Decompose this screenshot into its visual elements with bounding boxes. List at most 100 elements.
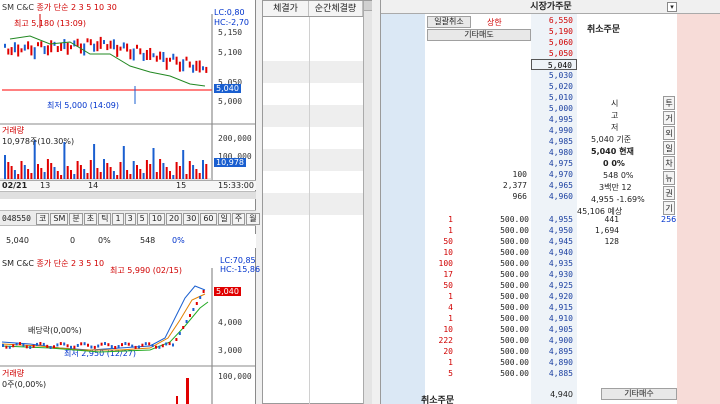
cancel-all-button[interactable]: 일괄취소: [427, 16, 471, 28]
bid-row[interactable]: 5 500.00 4,885: [381, 368, 581, 379]
bid-price-cell[interactable]: 4,905: [531, 324, 577, 335]
ask-price-cell[interactable]: 4,970: [531, 169, 577, 180]
bid-price-cell[interactable]: 4,950: [531, 225, 577, 236]
candle: [99, 36, 102, 49]
bid-price-cell[interactable]: 4,955: [531, 214, 577, 225]
bid-row[interactable]: 50 500.00 4,925: [381, 280, 581, 291]
ask-price-cell[interactable]: 4,985: [531, 136, 577, 147]
ask-price-cell[interactable]: 5,010: [531, 92, 577, 103]
bid-row[interactable]: 10 500.00 4,905: [381, 324, 581, 335]
volume-bar: [83, 169, 86, 179]
ask-price-cell[interactable]: 4,965: [531, 180, 577, 191]
candle: [12, 344, 15, 348]
period-button[interactable]: 분: [69, 213, 83, 225]
volume-bar: [76, 161, 79, 179]
bid-price-cell[interactable]: 4,935: [531, 258, 577, 269]
stock-code-field[interactable]: 048550: [2, 214, 31, 223]
ask-price-cell[interactable]: 6,550: [531, 15, 577, 26]
period-button[interactable]: SM: [50, 213, 69, 225]
period-button[interactable]: 30: [183, 213, 200, 225]
period-button[interactable]: 10: [148, 213, 165, 225]
bid-price-cell[interactable]: 4,915: [531, 302, 577, 313]
side-tab[interactable]: 차: [663, 156, 675, 170]
bid-row[interactable]: 222 500.00 4,900: [381, 335, 581, 346]
ask-price-cell[interactable]: 4,960: [531, 191, 577, 202]
chart-scrollbar[interactable]: [0, 191, 256, 199]
period-button[interactable]: 20: [165, 213, 183, 225]
bid-row[interactable]: 50 500.00 4,945: [381, 236, 581, 247]
side-tab[interactable]: 거: [663, 111, 675, 125]
candle: [70, 345, 72, 349]
bid-row[interactable]: 1 500.00 4,910: [381, 313, 581, 324]
ask-price-cell[interactable]: 5,030: [531, 70, 577, 81]
dropdown-arrow-icon[interactable]: ▾: [667, 2, 677, 12]
bid-amount: 500.00: [500, 237, 529, 246]
candle: [60, 42, 63, 51]
period-button[interactable]: 틱: [98, 213, 112, 225]
info-last-change: 4,955 -1.69%: [591, 195, 645, 204]
bottom-bid-price[interactable]: 4,940: [531, 390, 577, 399]
ask-price-cell[interactable]: 5,000: [531, 103, 577, 114]
period-button[interactable]: 3: [124, 213, 136, 225]
ask-price-cell[interactable]: 4,975: [531, 158, 577, 169]
period-button[interactable]: 주: [231, 213, 246, 225]
candle: [138, 345, 140, 349]
bid-price-cell[interactable]: 4,895: [531, 346, 577, 357]
bid-price-cell[interactable]: 4,940: [531, 247, 577, 258]
period-button[interactable]: 60: [200, 213, 217, 225]
candle: [161, 344, 164, 348]
bid-row[interactable]: 4 500.00 4,915: [381, 302, 581, 313]
volume-bar: [192, 165, 195, 179]
candle: [2, 344, 4, 347]
bid-price-cell[interactable]: 4,885: [531, 368, 577, 379]
bid-price-cell[interactable]: 4,930: [531, 269, 577, 280]
ask-price-cell[interactable]: 5,020: [531, 81, 577, 92]
side-tab[interactable]: 일: [663, 141, 675, 155]
candle: [122, 42, 125, 49]
bid-row[interactable]: 17 500.00 4,930: [381, 269, 581, 280]
ask-price-cell[interactable]: 4,980: [531, 147, 577, 158]
bid-price-cell[interactable]: 4,900: [531, 335, 577, 346]
candle: [39, 342, 42, 346]
ask-price-cell[interactable]: 5,190: [531, 26, 577, 37]
candle: [15, 342, 18, 346]
bid-row[interactable]: 1 500.00 4,920: [381, 291, 581, 302]
trade-tick-scrollbar[interactable]: [363, 1, 372, 404]
bid-row[interactable]: 1 500.00 4,890: [381, 357, 581, 368]
candle: [100, 342, 103, 346]
bid-row[interactable]: 10 500.00 4,940: [381, 247, 581, 258]
bid-row[interactable]: 20 500.00 4,895: [381, 346, 581, 357]
period-button[interactable]: 월: [246, 213, 260, 225]
period-button[interactable]: 코: [36, 213, 50, 225]
ask-price-cell[interactable]: 4,990: [531, 125, 577, 136]
side-tab[interactable]: 기: [663, 201, 675, 215]
bid-price-cell[interactable]: 4,925: [531, 280, 577, 291]
ask-price-cell[interactable]: 5,040: [531, 59, 577, 70]
candle: [93, 43, 96, 52]
side-tab[interactable]: 외: [663, 126, 675, 140]
ask-price-cell[interactable]: 5,060: [531, 37, 577, 48]
other-buy-button[interactable]: 기타매수: [601, 388, 677, 400]
bid-row[interactable]: 100 500.00 4,935: [381, 258, 581, 269]
bid-price-cell[interactable]: 4,945: [531, 236, 577, 247]
candle: [151, 344, 154, 348]
period-button[interactable]: 1: [112, 213, 124, 225]
bid-price-cell[interactable]: 4,910: [531, 313, 577, 324]
candle: [195, 302, 198, 305]
volume-bar: [149, 164, 152, 179]
side-tab[interactable]: 투: [663, 96, 675, 110]
period-button[interactable]: 초: [83, 213, 98, 225]
period-button[interactable]: 5: [136, 213, 148, 225]
ask-price-cell[interactable]: 5,050: [531, 48, 577, 59]
ask-price-cell[interactable]: 4,995: [531, 114, 577, 125]
period-button[interactable]: 일: [217, 213, 231, 225]
bid-row[interactable]: 1 500.00 4,955: [381, 214, 581, 225]
side-tab[interactable]: 뉴: [663, 171, 675, 185]
bid-price-cell[interactable]: 4,920: [531, 291, 577, 302]
bid-row[interactable]: 1 500.00 4,950: [381, 225, 581, 236]
candle: [202, 290, 205, 293]
bid-price-cell[interactable]: 4,890: [531, 357, 577, 368]
side-tab[interactable]: 권: [663, 186, 675, 200]
cancel-order-sell-label: 취소주문: [587, 25, 621, 35]
candle: [134, 345, 137, 349]
